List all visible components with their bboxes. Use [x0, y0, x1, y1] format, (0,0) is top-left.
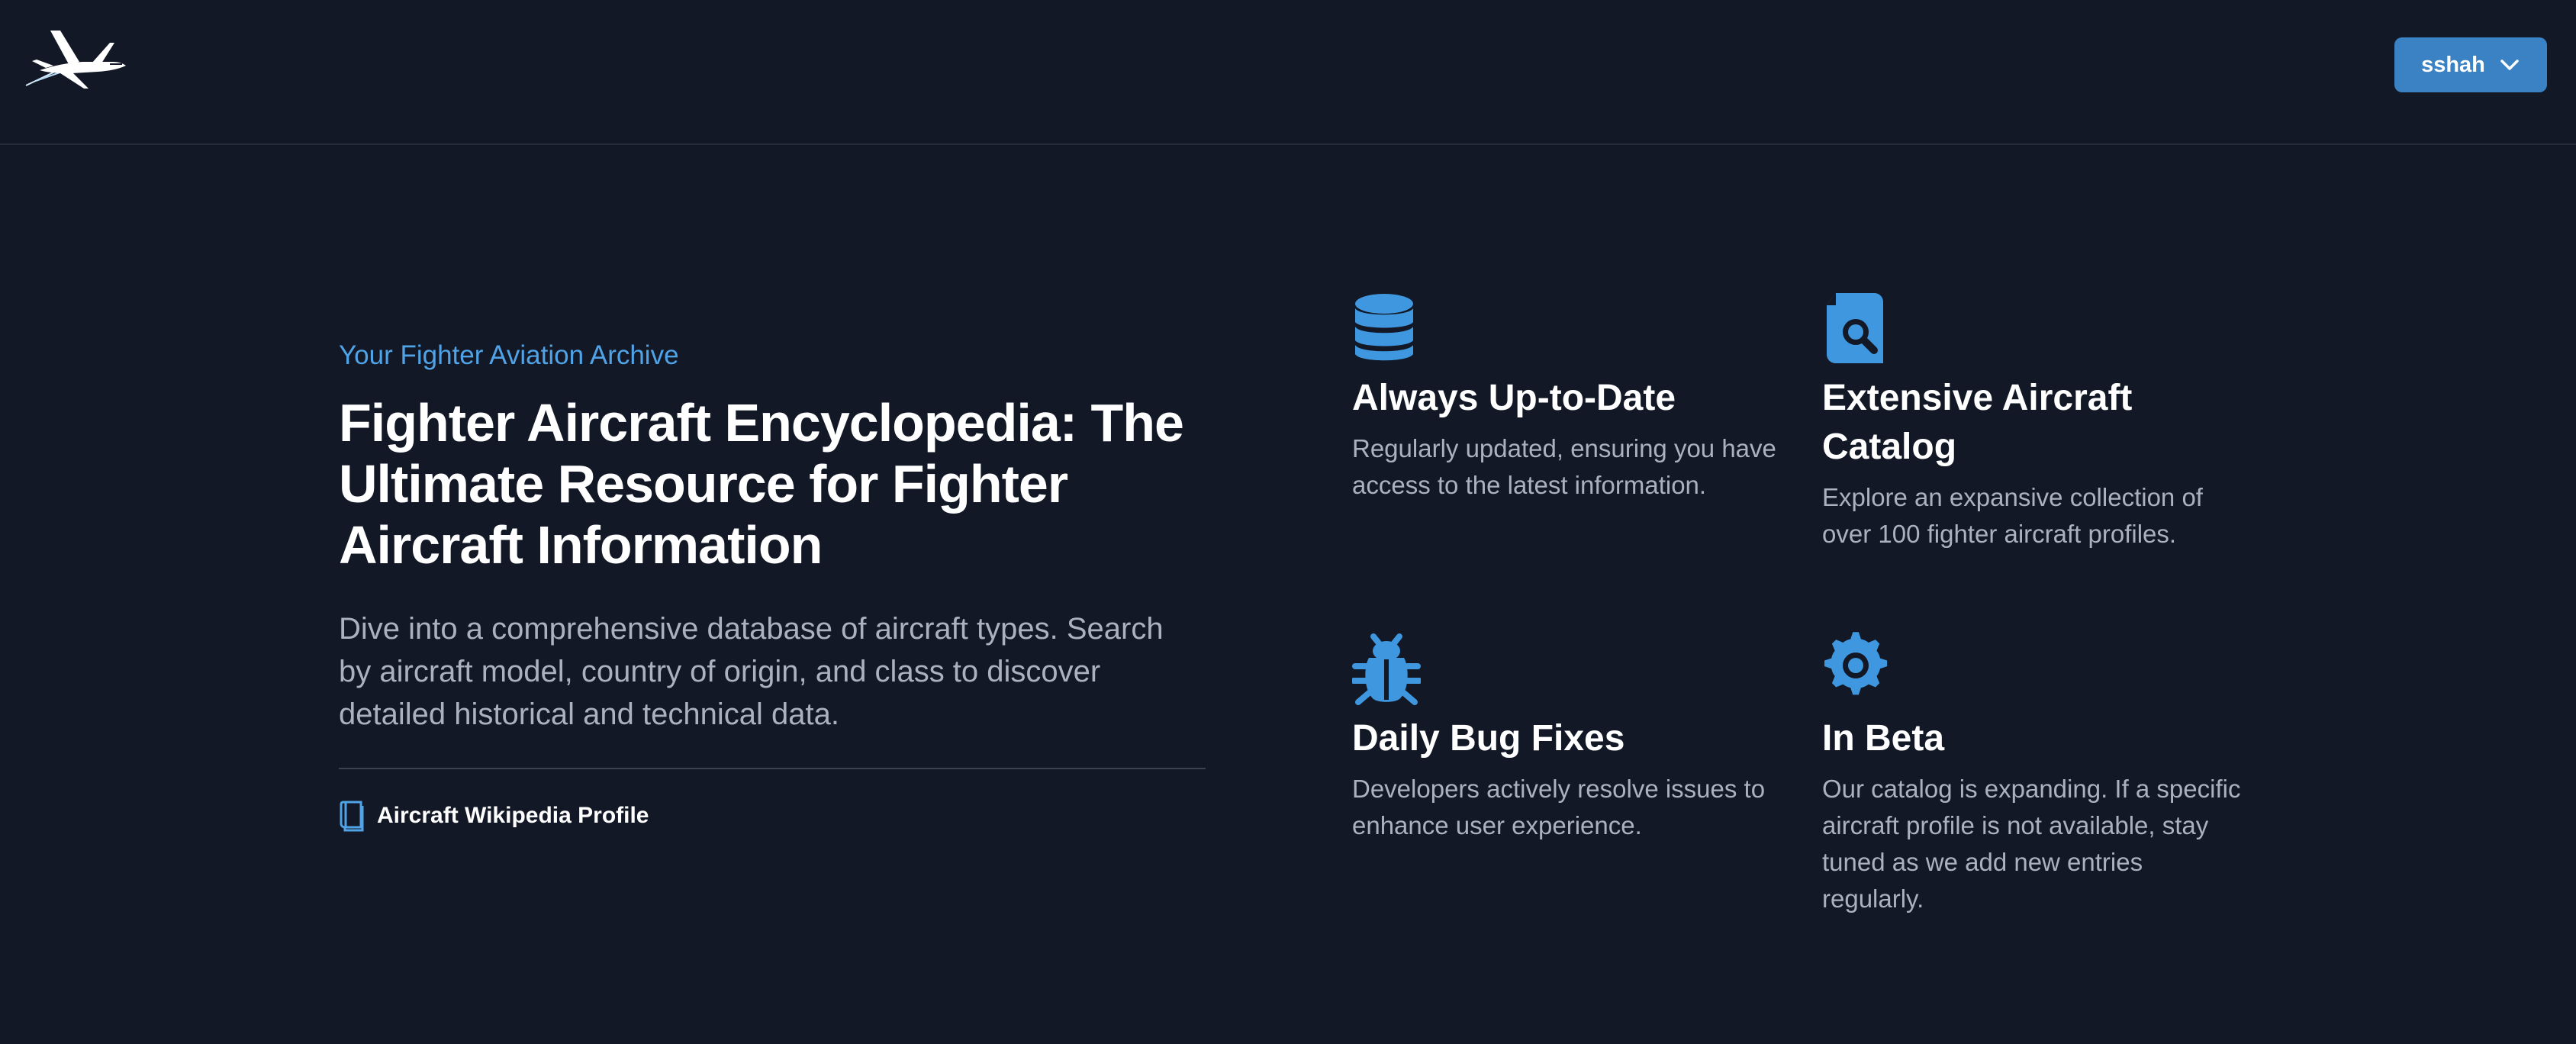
gear-icon [1824, 632, 1888, 695]
hero-title: Fighter Aircraft Encyclopedia: The Ultim… [339, 393, 1184, 575]
top-navigation-bar: sshah [0, 0, 2576, 145]
feature-description-extensive-aircraft-catalog: Explore an expansive collection of over … [1822, 483, 2203, 548]
hero-eyebrow: Your Fighter Aviation Archive [339, 340, 679, 370]
hero-section: Your Fighter Aviation Archive Fighter Ai… [339, 339, 1206, 832]
feature-in-beta: In Beta Our catalog is expanding. If a s… [1822, 630, 2242, 917]
aircraft-wikipedia-profile-link[interactable]: Aircraft Wikipedia Profile [339, 800, 649, 832]
feature-description-daily-bug-fixes: Developers actively resolve issues to en… [1352, 775, 1766, 839]
feature-daily-bug-fixes: Daily Bug Fixes Developers actively reso… [1352, 630, 1779, 844]
feature-title-daily-bug-fixes: Daily Bug Fixes [1352, 718, 1625, 759]
app-root: sshah Your Fighter Aviation Archive Figh… [0, 0, 2576, 1044]
feature-title-extensive-aircraft-catalog: Extensive Aircraft Catalog [1822, 378, 2133, 467]
database-icon [1355, 294, 1413, 361]
feature-title-always-up-to-date: Always Up-to-Date [1352, 378, 1676, 418]
hero-description: Dive into a comprehensive database of ai… [339, 612, 1164, 731]
feature-title-in-beta: In Beta [1822, 718, 1945, 759]
bug-icon [1352, 633, 1421, 705]
hero-divider [339, 768, 1206, 769]
user-menu-button[interactable]: sshah [2394, 37, 2547, 92]
feature-description-always-up-to-date: Regularly updated, ensuring you have acc… [1352, 434, 1776, 499]
aircraft-wikipedia-profile-label: Aircraft Wikipedia Profile [377, 803, 649, 828]
book-icon [340, 801, 364, 832]
file-search-icon [1827, 293, 1883, 363]
feature-description-in-beta: Our catalog is expanding. If a specific … [1822, 775, 2241, 913]
feature-extensive-aircraft-catalog: Extensive Aircraft Catalog Explore an ex… [1822, 290, 2242, 553]
chevron-down-icon [2500, 60, 2519, 70]
fighter-jet-icon[interactable] [24, 29, 127, 90]
feature-always-up-to-date: Always Up-to-Date Regularly updated, ens… [1352, 290, 1779, 504]
user-menu-label: sshah [2421, 52, 2485, 77]
